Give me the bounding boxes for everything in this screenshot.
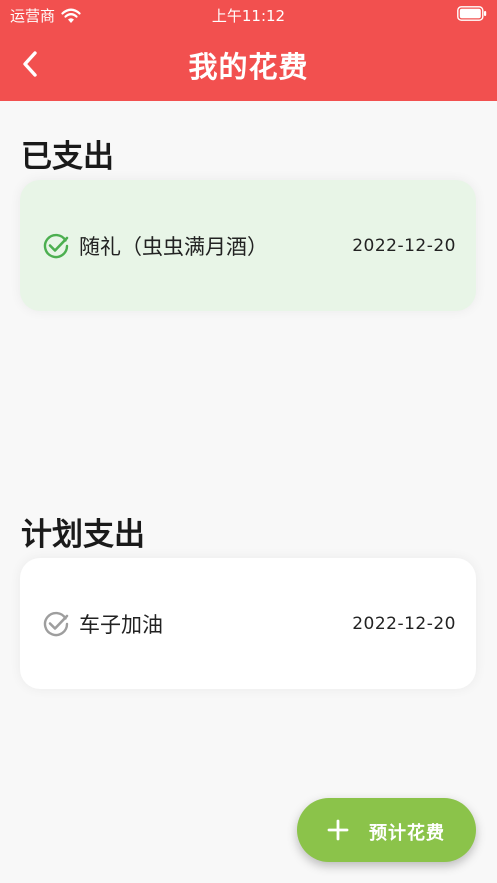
add-planned-expense-button[interactable]: 预计花费	[297, 798, 476, 862]
expense-date: 2022-12-20	[352, 613, 456, 634]
planned-expense-card[interactable]: 车子加油 2022-12-20	[20, 558, 476, 689]
app-header: 运营商 上午11:12 我的花费	[0, 0, 497, 101]
add-planned-expense-label: 预计花费	[369, 823, 445, 844]
status-bar: 运营商 上午11:12	[0, 0, 497, 28]
spent-section-title: 已支出	[21, 139, 114, 175]
status-time: 上午11:12	[211, 7, 286, 25]
nav-bar: 我的花费	[0, 28, 497, 101]
plus-icon	[327, 819, 349, 841]
spent-expense-card[interactable]: 随礼（虫虫满月酒） 2022-12-20	[20, 180, 476, 311]
battery-icon	[457, 6, 487, 21]
expense-name: 车子加油	[79, 612, 163, 637]
expense-name: 随礼（虫虫满月酒）	[79, 234, 268, 259]
check-circle-icon	[43, 233, 69, 258]
page-title: 我的花费	[188, 50, 309, 84]
expense-date: 2022-12-20	[352, 235, 456, 256]
planned-section-title: 计划支出	[21, 517, 145, 553]
check-circle-icon	[43, 611, 69, 636]
